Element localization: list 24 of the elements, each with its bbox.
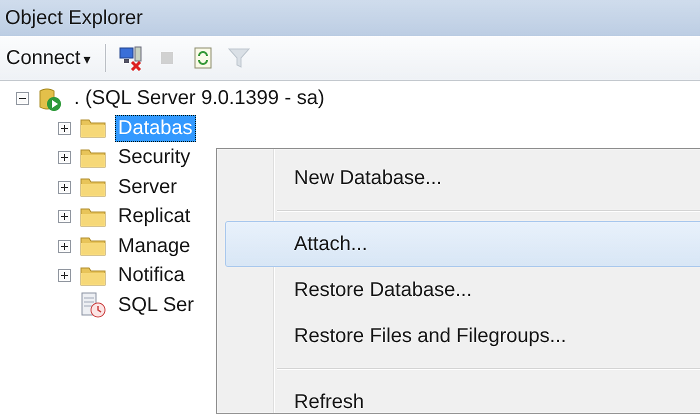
tree-item[interactable]: Security	[115, 144, 194, 172]
database-server-icon	[37, 86, 63, 112]
menu-item[interactable]: Restore Database...	[225, 267, 700, 313]
tree-item[interactable]: . (SQL Server 9.0.1399 - sa)	[71, 85, 328, 112]
menu-item[interactable]: Refresh	[225, 379, 700, 414]
expand-toggle[interactable]	[58, 240, 71, 253]
collapse-toggle[interactable]	[16, 92, 29, 106]
tree-item[interactable]: SQL Ser	[115, 292, 197, 319]
tree-item[interactable]: Replicat	[115, 203, 194, 230]
tree-item[interactable]: Notifica	[115, 262, 188, 290]
menu-item[interactable]: Restore Files and Filegroups...	[225, 313, 700, 359]
expand-toggle[interactable]	[58, 269, 71, 282]
tree-item[interactable]: Server	[115, 174, 180, 201]
window-title: Object Explorer	[5, 6, 143, 30]
menu-item[interactable]: New Database...	[225, 155, 700, 201]
expand-toggle[interactable]	[58, 122, 71, 135]
connect-button[interactable]: Connect▾	[4, 44, 92, 72]
expand-toggle[interactable]	[58, 180, 71, 194]
disconnect-icon[interactable]	[118, 45, 144, 71]
server-clock-icon	[79, 291, 107, 320]
tree-item[interactable]: Manage	[115, 232, 194, 260]
expand-toggle[interactable]	[58, 151, 71, 164]
expand-toggle[interactable]	[58, 210, 71, 224]
menu-item[interactable]: Attach...	[225, 221, 700, 267]
